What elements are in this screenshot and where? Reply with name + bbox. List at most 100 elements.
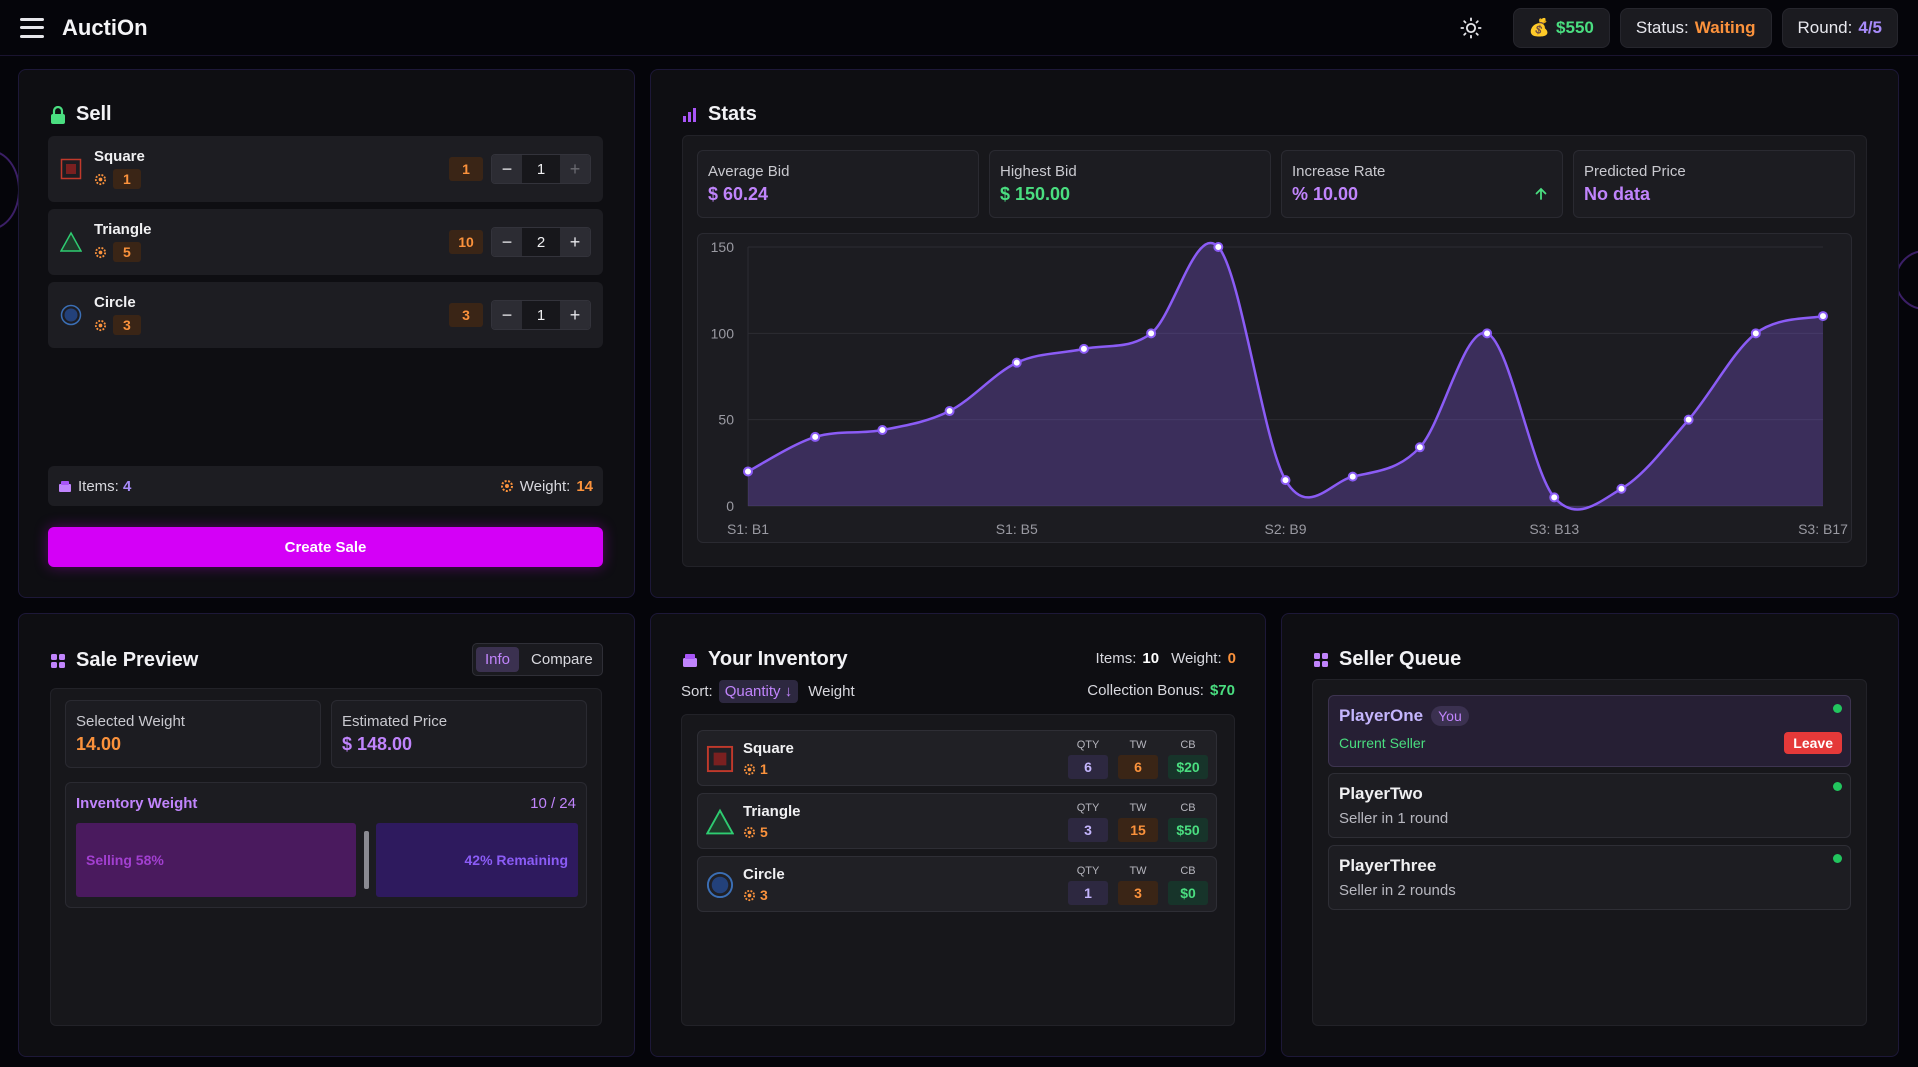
data-point — [877, 425, 888, 436]
decrement-button[interactable]: − — [492, 228, 522, 256]
app-title: AuctiOn — [62, 14, 148, 40]
qty-badge: 6 — [1068, 755, 1108, 779]
theme-toggle-sun-icon[interactable] — [1453, 10, 1489, 46]
collection-bonus: Collection Bonus: $70 — [1087, 682, 1235, 699]
inventory-weight-label: Inventory Weight — [76, 795, 198, 812]
weight-split-bar: Selling 58% 42% Remaining — [76, 823, 578, 897]
tw-header: TW — [1129, 739, 1147, 751]
tab-compare[interactable]: Compare — [522, 644, 602, 675]
collection-bonus-value: $70 — [1209, 682, 1235, 699]
available-quantity-badge: 1 — [449, 157, 483, 181]
box-icon — [59, 481, 71, 492]
inventory-row: Circle 3 QTY 1 TW 3 CB $0 — [697, 856, 1217, 912]
sell-item-weight-value: 3 — [113, 315, 141, 335]
sort-controls: Sort: Quantity ↓ Weight — [681, 680, 855, 703]
status-badge: Status: Waiting — [1619, 7, 1772, 48]
grid-icon — [51, 653, 65, 668]
inventory-title: Your Inventory — [682, 648, 848, 671]
player-name: PlayerOne — [1339, 706, 1424, 725]
qty-header: QTY — [1076, 739, 1100, 751]
data-point — [1750, 328, 1761, 339]
bar-chart-icon — [683, 107, 696, 122]
stat-label: Average Bid — [708, 163, 790, 180]
money-bag-icon: 💰 — [1528, 17, 1551, 37]
inventory-item-name: Triangle — [743, 803, 801, 820]
inventory-item-weight: 1 — [743, 761, 768, 777]
round-label: Round: — [1797, 17, 1853, 37]
triangle-shape-icon — [705, 808, 735, 836]
stat-value: $ 60.24 — [708, 184, 769, 204]
decrement-button[interactable]: − — [492, 301, 522, 329]
stat-label: Predicted Price — [1584, 163, 1686, 180]
x-tick-label: S1: B1 — [727, 521, 769, 537]
area-fill — [748, 242, 1823, 510]
tw-badge: 15 — [1118, 818, 1158, 842]
queue-player-card: PlayerOne You Current Seller Leave — [1328, 695, 1851, 767]
circle-shape-icon — [706, 871, 734, 899]
data-point — [1078, 343, 1089, 354]
x-tick-label: S3: B13 — [1529, 521, 1579, 537]
remaining-segment: 42% Remaining — [376, 823, 578, 897]
arrow-up-icon — [1535, 187, 1547, 200]
queue-player-card: PlayerThree Seller in 2 rounds — [1328, 845, 1851, 910]
inventory-items-label: Items: — [1095, 650, 1137, 667]
weight-icon — [743, 889, 756, 901]
inventory-items-value: 10 — [1142, 650, 1160, 667]
quantity-value[interactable]: 1 — [522, 155, 560, 183]
quantity-value[interactable]: 1 — [522, 301, 560, 329]
decrement-button[interactable]: − — [492, 155, 522, 183]
cb-badge: $50 — [1168, 818, 1208, 842]
cb-header: CB — [1180, 865, 1196, 877]
circle-shape-icon — [60, 304, 82, 326]
quantity-stepper: − 2 + — [491, 227, 591, 257]
stats-title-text: Stats — [708, 103, 757, 125]
player-status: Seller in 1 round — [1339, 810, 1449, 827]
create-sale-button[interactable]: Create Sale — [48, 527, 603, 567]
tw-header: TW — [1129, 802, 1147, 814]
sell-title-text: Sell — [76, 103, 112, 125]
data-point — [743, 466, 753, 477]
round-badge: Round: 4/5 — [1781, 7, 1898, 48]
sell-item-weight: 3 — [94, 315, 141, 335]
quantity-stepper: − 1 + — [491, 154, 591, 184]
chart-area: 0 50 100 150 S1: B1 S1: B5 S2: B9 S3: B13 S3: B1… — [697, 233, 1852, 543]
sell-item-name: Circle — [94, 294, 136, 311]
stats-title: Stats — [682, 103, 757, 126]
you-badge: You — [1431, 706, 1469, 726]
weight-icon — [94, 246, 107, 258]
y-tick-label: 0 — [726, 498, 734, 514]
stat-value: No data — [1584, 184, 1651, 204]
qty-badge: 3 — [1068, 818, 1108, 842]
sort-weight-button[interactable]: Weight — [808, 683, 854, 700]
inventory-totals: Items: 10 Weight: 0 — [1096, 650, 1236, 667]
sort-quantity-button[interactable]: Quantity ↓ — [718, 680, 799, 703]
increment-button[interactable]: + — [560, 155, 590, 183]
money-value: $550 — [1556, 17, 1594, 37]
stat-label: Increase Rate — [1292, 163, 1386, 180]
x-tick-label: S2: B9 — [1264, 521, 1306, 537]
queue-player-card: PlayerTwo Seller in 1 round — [1328, 773, 1851, 838]
inventory-row: Square 1 QTY 6 TW 6 CB $20 — [697, 730, 1217, 786]
stat-value: % 10.00 — [1292, 184, 1359, 204]
weight-icon — [94, 173, 107, 185]
increment-button[interactable]: + — [560, 301, 590, 329]
inventory-item-weight: 3 — [743, 887, 768, 903]
data-point — [1213, 242, 1224, 252]
increment-button[interactable]: + — [560, 228, 590, 256]
tw-badge: 6 — [1118, 755, 1158, 779]
weight-total: 14 — [576, 477, 593, 495]
y-tick-label: 150 — [711, 239, 735, 255]
leave-button[interactable]: Leave — [1784, 732, 1842, 754]
tab-info[interactable]: Info — [476, 647, 520, 672]
inventory-item-name: Circle — [743, 866, 785, 883]
split-handle[interactable] — [364, 831, 369, 889]
menu-icon[interactable] — [20, 17, 44, 38]
quantity-value[interactable]: 2 — [522, 228, 560, 256]
qty-header: QTY — [1076, 865, 1100, 877]
online-indicator — [1833, 854, 1842, 863]
square-shape-icon — [706, 745, 734, 773]
items-label: Items: — [78, 477, 119, 495]
y-tick-label: 50 — [718, 412, 734, 428]
square-shape-icon — [60, 158, 82, 180]
data-point — [810, 431, 821, 442]
